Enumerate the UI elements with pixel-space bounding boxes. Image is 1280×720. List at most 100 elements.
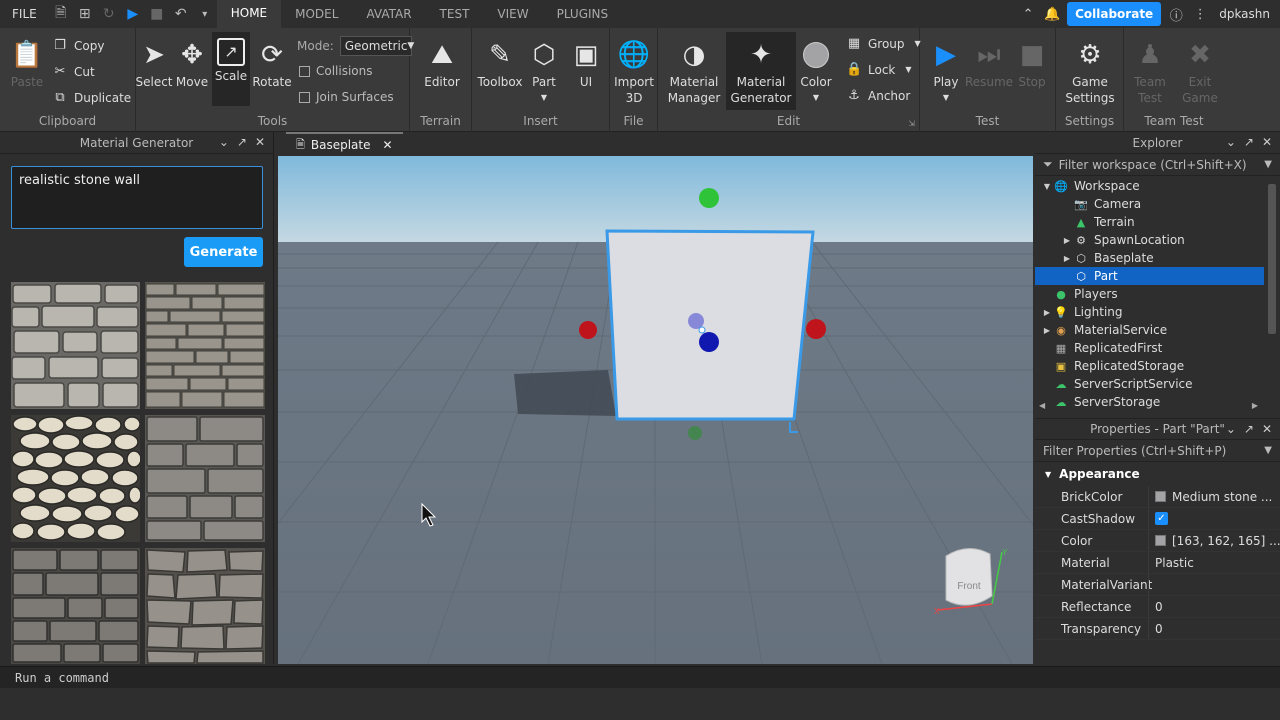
tree-item-lighting[interactable]: ▶ 💡 Lighting [1035, 303, 1280, 321]
share-icon[interactable]: ⋮ [1191, 7, 1209, 22]
3d-scene[interactable]: Front Y X [167, 156, 1143, 665]
color-swatch[interactable] [1155, 491, 1166, 502]
play-dropdown-icon[interactable]: ▼ [943, 90, 949, 106]
explorer-filter[interactable]: ⏷ Filter workspace (Ctrl+Shift+X) ▼ [1035, 154, 1280, 176]
mode-dropdown[interactable]: Geometric ▼ [339, 36, 414, 56]
expand-arrow-icon[interactable]: ▶ [1061, 236, 1073, 245]
color-swatch[interactable] [1155, 535, 1166, 546]
property-color[interactable]: Color [163, 162, 165] ... [1035, 530, 1280, 552]
terrain-editor-button[interactable]: ⛰ Editor [424, 38, 460, 90]
collapse-arrow-icon[interactable]: ▼ [1045, 470, 1051, 479]
property-reflectance[interactable]: Reflectance 0 [1035, 596, 1280, 618]
material-option-1[interactable] [11, 282, 140, 409]
help-icon[interactable]: ⓘ [1167, 5, 1185, 24]
chevron-down-icon[interactable]: ⌄ [1226, 422, 1236, 436]
tab-model[interactable]: MODEL [281, 0, 352, 28]
tree-item-materialservice[interactable]: ▶ ◉ MaterialService [1035, 321, 1280, 339]
collisions-toggle[interactable]: Collisions [299, 64, 373, 78]
move-button[interactable]: ✥ Move [174, 38, 210, 90]
cut-button[interactable]: ✂ Cut [52, 64, 95, 79]
close-icon[interactable]: ✕ [1262, 135, 1272, 149]
color-dropdown-icon[interactable]: ▼ [813, 90, 819, 106]
property-brickcolor[interactable]: BrickColor Medium stone ... [1035, 486, 1280, 508]
properties-filter[interactable]: Filter Properties (Ctrl+Shift+P) ▼ [1035, 440, 1280, 462]
lock-button[interactable]: 🔒 Lock ▼ [846, 62, 912, 77]
property-value[interactable]: 0 [1155, 622, 1163, 636]
property-materialvariant[interactable]: MaterialVariant [1035, 574, 1280, 596]
command-bar[interactable]: Run a command [0, 666, 1280, 688]
tree-item-spawnlocation[interactable]: ▶ ⚙ SpawnLocation [1035, 231, 1280, 249]
material-generator-button[interactable]: ✦ Material Generator [726, 32, 796, 110]
tree-item-camera[interactable]: 📷 Camera [1035, 195, 1280, 213]
ui-button[interactable]: ▣ UI [570, 38, 602, 90]
tab-home[interactable]: HOME [216, 0, 282, 28]
game-settings-button[interactable]: ⚙ Game Settings [1065, 38, 1114, 106]
undock-icon[interactable]: ↗ [237, 135, 247, 149]
property-castshadow[interactable]: CastShadow ✓ [1035, 508, 1280, 530]
material-option-2[interactable] [145, 282, 265, 409]
join-surfaces-checkbox[interactable] [299, 91, 310, 103]
tree-item-serverstorage[interactable]: ☁ ServerStorage [1035, 393, 1280, 411]
tree-item-baseplate[interactable]: ▶ ⬡ Baseplate [1035, 249, 1280, 267]
material-option-4[interactable] [145, 415, 265, 542]
tree-item-terrain[interactable]: ▲ Terrain [1035, 213, 1280, 231]
chevron-down-icon[interactable]: ▼ [1264, 159, 1272, 170]
material-option-3[interactable] [11, 415, 140, 542]
collaborate-button[interactable]: Collaborate [1067, 2, 1162, 26]
part-dropdown-icon[interactable]: ▼ [541, 90, 547, 106]
tab-test[interactable]: TEST [426, 0, 484, 28]
lock-dropdown-icon[interactable]: ▼ [905, 65, 911, 74]
group-button[interactable]: ▦ Group ▼ [846, 36, 921, 51]
tree-item-serverscriptservice[interactable]: ☁ ServerScriptService [1035, 375, 1280, 393]
property-transparency[interactable]: Transparency 0 [1035, 618, 1280, 640]
tree-item-part[interactable]: ⬡ Part [1035, 267, 1264, 285]
import-3d-button[interactable]: 🌐 Import 3D [614, 38, 654, 106]
part-button[interactable]: ⬡ Part ▼ [528, 38, 560, 106]
rotate-button[interactable]: ⟳ Rotate [252, 38, 292, 90]
file-menu[interactable]: FILE [0, 7, 49, 21]
duplicate-button[interactable]: ⧉ Duplicate [52, 90, 131, 105]
play-quick-icon[interactable]: ▶ [121, 0, 145, 28]
scroll-left-icon[interactable]: ◀ [1039, 401, 1045, 410]
collapse-ribbon-icon[interactable]: ⌃ [1019, 7, 1037, 22]
close-icon[interactable]: ✕ [1262, 422, 1272, 436]
tree-item-players[interactable]: ● Players [1035, 285, 1280, 303]
tab-view[interactable]: VIEW [483, 0, 542, 28]
tree-item-replicatedstorage[interactable]: ▣ ReplicatedStorage [1035, 357, 1280, 375]
material-option-6[interactable] [145, 548, 265, 664]
tab-avatar[interactable]: AVATAR [352, 0, 425, 28]
collisions-checkbox[interactable] [299, 65, 310, 77]
explorer-scrollbar[interactable] [1268, 184, 1276, 334]
property-value[interactable]: [163, 162, 165] ... [1172, 534, 1280, 548]
edit-expand-icon[interactable]: ⇲ [908, 119, 915, 128]
publish-icon[interactable]: ⊞ [73, 0, 97, 28]
copy-button[interactable]: ❐ Copy [52, 38, 104, 53]
scroll-right-icon[interactable]: ▶ [1252, 401, 1258, 410]
new-file-icon[interactable]: 🗎 [49, 0, 73, 28]
tab-plugins[interactable]: PLUGINS [543, 0, 623, 28]
chevron-down-icon[interactable]: ⌄ [1226, 135, 1236, 149]
close-icon[interactable]: ✕ [255, 135, 265, 149]
undo-icon[interactable]: ↶ [169, 0, 193, 28]
chevron-down-icon[interactable]: ⌄ [219, 135, 229, 149]
prompt-input[interactable]: realistic stone wall [11, 166, 263, 229]
play-button[interactable]: ▶ Play ▼ [928, 38, 964, 106]
expand-arrow-icon[interactable]: ▼ [1041, 182, 1053, 191]
property-value[interactable]: 0 [1155, 600, 1163, 614]
expand-arrow-icon[interactable]: ▶ [1041, 308, 1053, 317]
toolbox-button[interactable]: ✎ Toolbox [478, 38, 523, 90]
scale-button[interactable]: ↗ Scale [212, 32, 250, 106]
tree-item-workspace[interactable]: ▼ 🌐 Workspace [1035, 177, 1280, 195]
generate-button[interactable]: Generate [184, 237, 263, 267]
property-value[interactable]: Medium stone ... [1172, 490, 1272, 504]
castshadow-checkbox[interactable]: ✓ [1155, 512, 1168, 525]
property-material[interactable]: Material Plastic [1035, 552, 1280, 574]
quick-access-dropdown-icon[interactable]: ▾ [193, 0, 217, 28]
username[interactable]: dpkashn [1219, 7, 1270, 21]
appearance-section[interactable]: ▼ Appearance [1035, 462, 1280, 486]
material-option-5[interactable] [11, 548, 140, 664]
material-manager-button[interactable]: ◑ Material Manager [666, 38, 722, 106]
color-button[interactable]: Color ▼ [800, 38, 832, 106]
expand-arrow-icon[interactable]: ▶ [1061, 254, 1073, 263]
tree-item-replicatedfirst[interactable]: ▦ ReplicatedFirst [1035, 339, 1280, 357]
